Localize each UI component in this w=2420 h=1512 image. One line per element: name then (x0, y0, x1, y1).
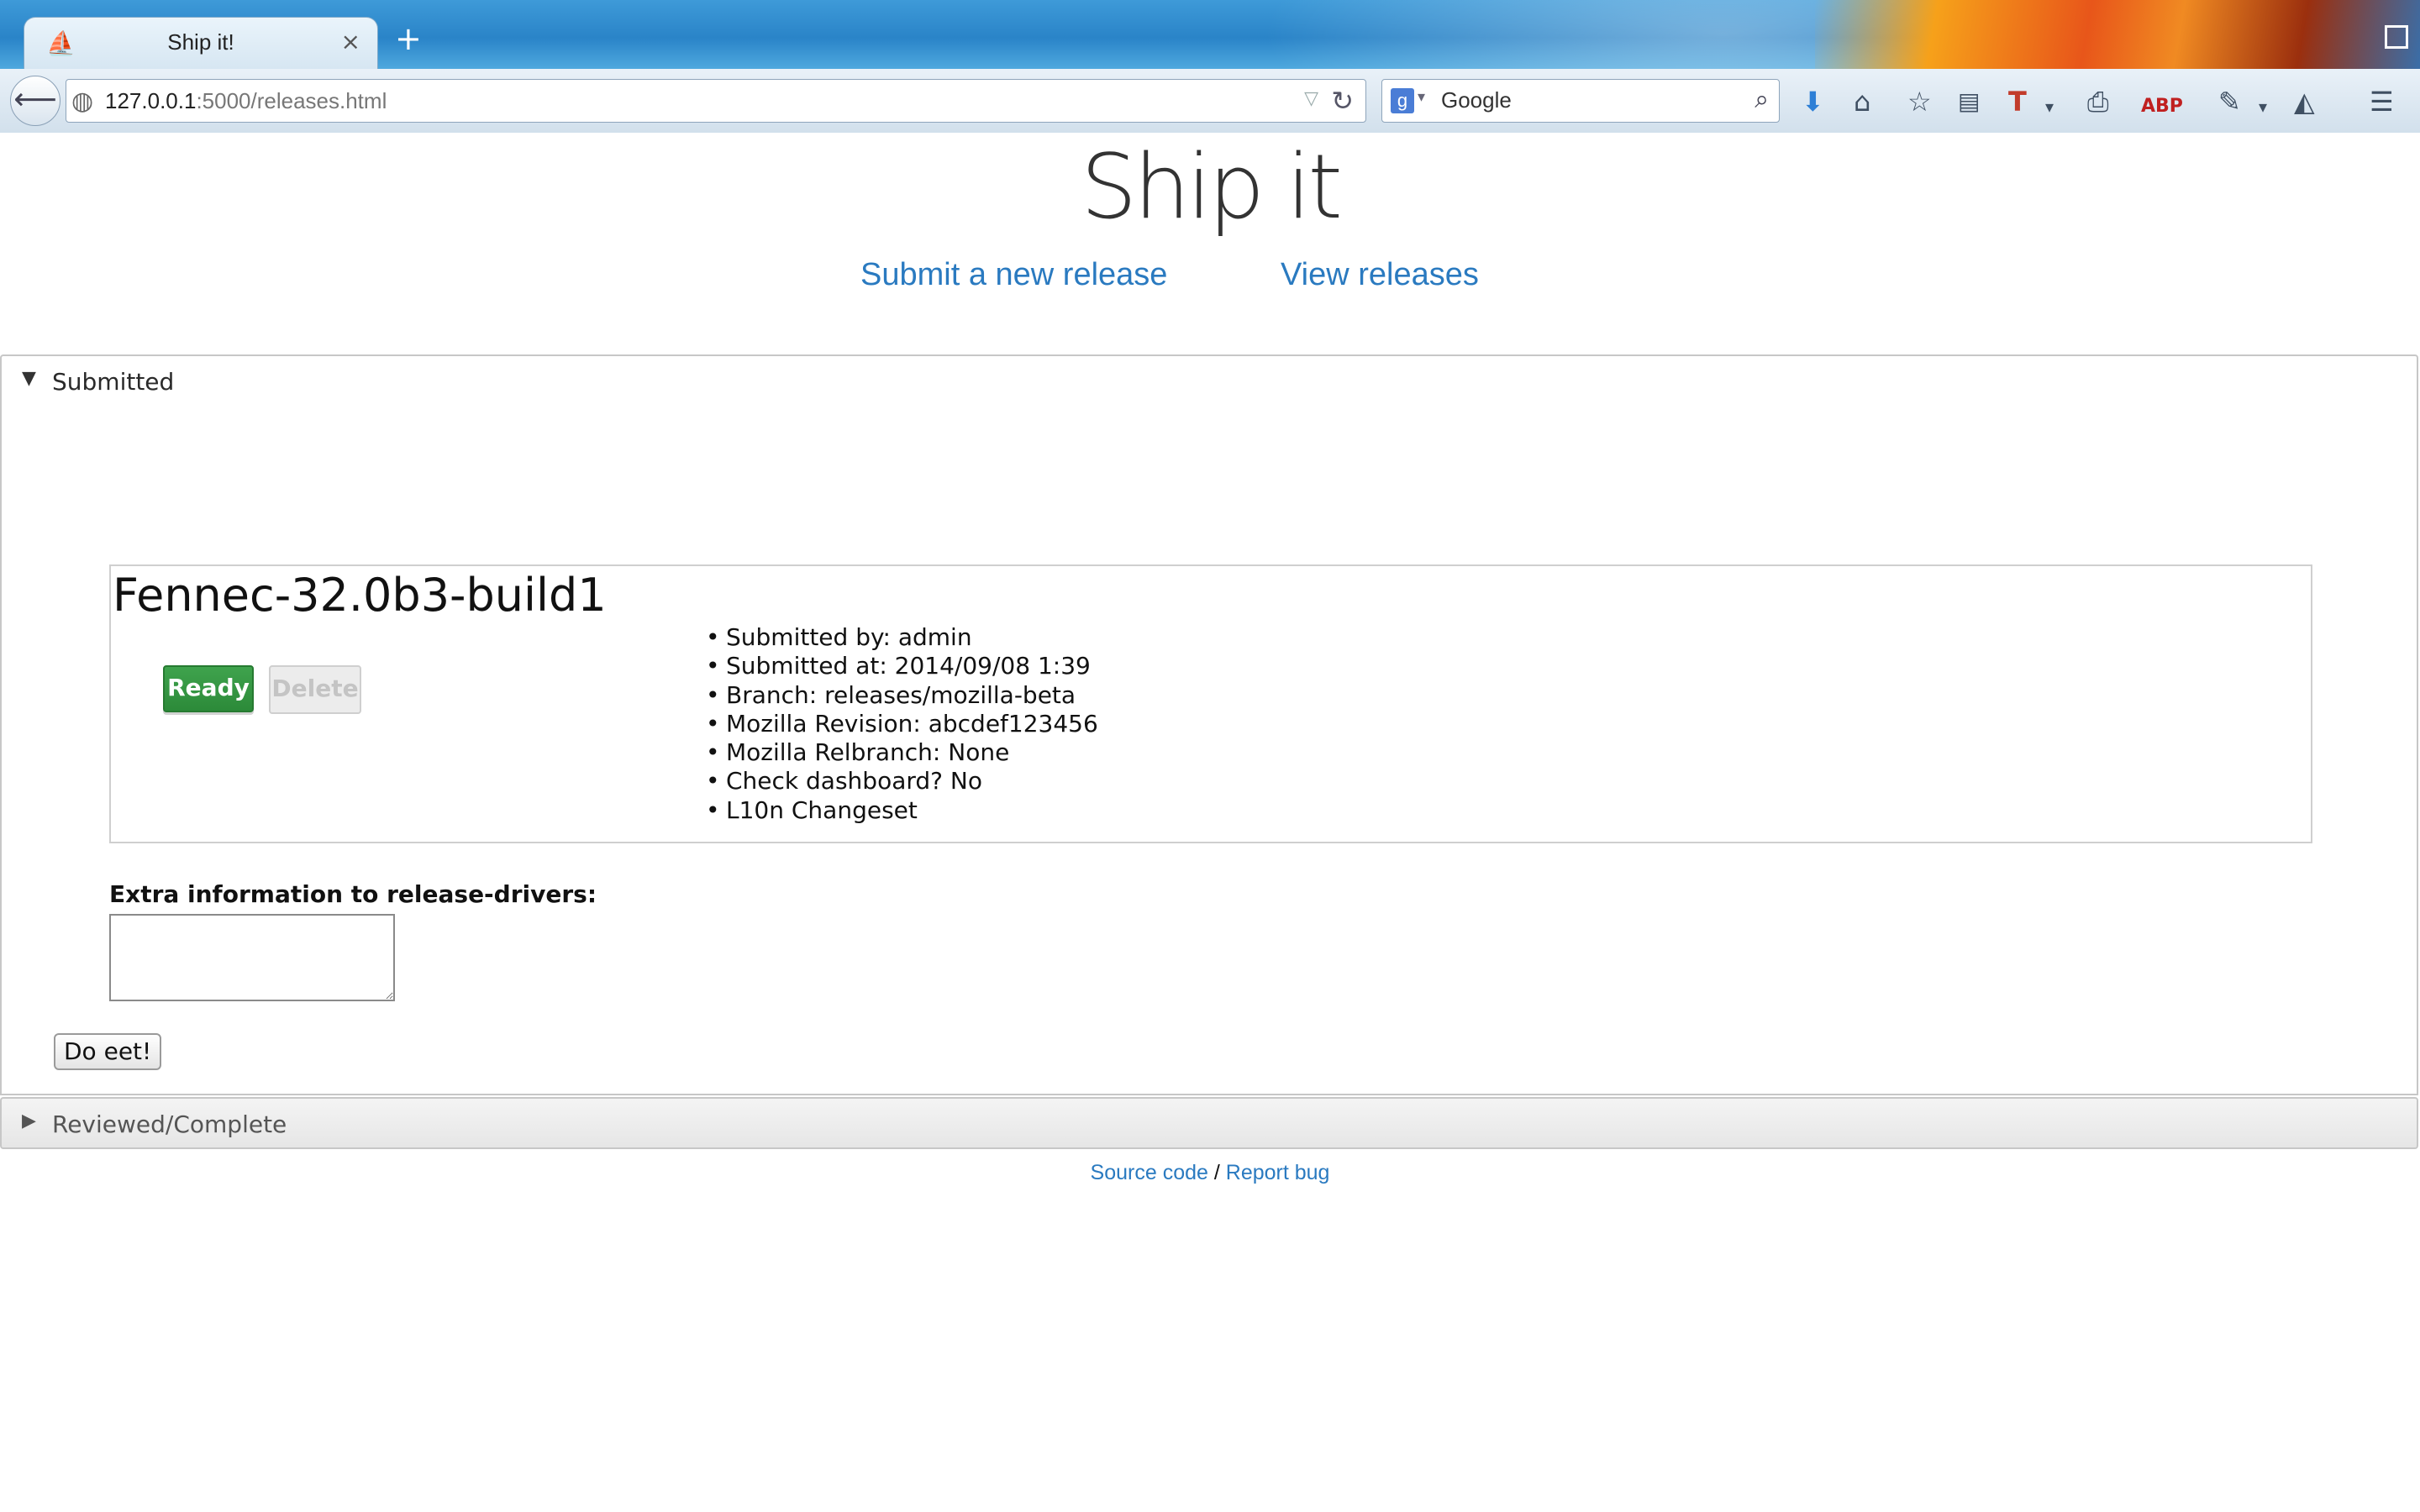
report-bug-link[interactable]: Report bug (1226, 1161, 1330, 1184)
plugin-dropdown-icon[interactable]: ▾ (2045, 92, 2054, 121)
submitted-section-body: Fennec-32.0b3-build1 Ready Delete Submit… (0, 405, 2418, 1095)
page-title: Ship it (1081, 135, 1343, 239)
firefox-theme-art (1815, 0, 2420, 69)
home-icon[interactable]: ⌂ (1854, 87, 1870, 116)
do-eet-button[interactable]: Do eet! (54, 1033, 162, 1070)
source-code-link[interactable]: Source code (1091, 1161, 1208, 1184)
bookmark-star-icon[interactable]: ☆ (1907, 87, 1932, 116)
view-releases-link[interactable]: View releases (1281, 257, 1479, 293)
detail-mozilla-revision: Mozilla Revision: abcdef123456 (706, 710, 1098, 739)
delete-button: Delete (269, 665, 361, 714)
submitted-section-header[interactable]: ▼ Submitted (0, 354, 2418, 407)
submit-release-link[interactable]: Submit a new release (860, 257, 1167, 293)
reviewed-section-header[interactable]: ▶ Reviewed/Complete (0, 1097, 2418, 1149)
tools-icon[interactable]: ✎ (2218, 87, 2241, 116)
tab-title: Ship it! (167, 29, 234, 55)
detail-submitted-by: Submitted by: admin (706, 623, 1098, 653)
reviewed-section-label: Reviewed/Complete (52, 1110, 287, 1138)
detail-mozilla-relbranch: Mozilla Relbranch: None (706, 738, 1098, 768)
back-arrow-icon[interactable]: ⟵ (10, 76, 60, 126)
adblock-icon[interactable]: ABP (2141, 92, 2183, 121)
url-host: 127.0.0.1 (105, 88, 197, 113)
tools-dropdown-icon[interactable]: ▾ (2259, 92, 2267, 121)
download-icon[interactable]: ⬇ (1802, 87, 1824, 116)
footer: Source code / Report bug (0, 1161, 2420, 1185)
history-dropdown-icon[interactable]: ▽ (1304, 88, 1318, 109)
search-input[interactable]: Google (1441, 87, 1512, 113)
reading-list-icon[interactable]: ▤ (1958, 87, 1980, 116)
menu-icon[interactable]: ☰ (2370, 87, 2394, 116)
new-tab-icon[interactable]: + (395, 22, 422, 55)
expanded-triangle-icon: ▼ (22, 368, 36, 389)
footer-separator: / (1213, 1161, 1220, 1184)
submitted-section-label: Submitted (52, 368, 175, 396)
extra-info-textarea[interactable] (109, 914, 395, 1001)
google-engine-icon[interactable]: g (1391, 88, 1414, 113)
url-text[interactable]: 127.0.0.1:5000/releases.html (105, 88, 387, 114)
release-details-list: Submitted by: admin Submitted at: 2014/0… (706, 623, 1098, 825)
release-card: Fennec-32.0b3-build1 Ready Delete Submit… (109, 564, 2312, 843)
text-plugin-icon[interactable]: T (2008, 87, 2027, 116)
detail-l10n-changeset[interactable]: L10n Changeset (706, 796, 1098, 826)
reload-icon[interactable]: ↻ (1331, 85, 1354, 117)
url-path: :5000/releases.html (196, 88, 387, 113)
print-icon[interactable]: ⎙ (2087, 87, 2109, 116)
browser-navbar: ⟵ ◍ 127.0.0.1:5000/releases.html ▽ ↻ g ▾… (0, 69, 2420, 134)
browser-titlebar: ⛵ Ship it! × + (0, 0, 2420, 69)
detail-check-dashboard: Check dashboard? No (706, 767, 1098, 796)
extra-info-label: Extra information to release-drivers: (109, 880, 597, 908)
search-icon[interactable]: ⌕ (1754, 85, 1769, 114)
detail-branch: Branch: releases/mozilla-beta (706, 681, 1098, 711)
pocket-icon[interactable]: ◭ (2294, 87, 2315, 116)
browser-tab[interactable]: ⛵ Ship it! × (24, 17, 378, 69)
window-grid-icon[interactable] (2385, 25, 2408, 49)
collapsed-triangle-icon: ▶ (22, 1110, 36, 1131)
tab-close-icon[interactable]: × (341, 28, 360, 55)
detail-submitted-at: Submitted at: 2014/09/08 1:39 (706, 652, 1098, 681)
ready-button[interactable]: Ready (163, 665, 254, 712)
engine-dropdown-icon[interactable]: ▾ (1418, 88, 1425, 106)
release-name: Fennec-32.0b3-build1 (113, 569, 607, 622)
globe-icon: ◍ (71, 87, 94, 116)
search-bar[interactable]: g ▾ Google ⌕ (1381, 79, 1780, 123)
url-bar[interactable]: ◍ 127.0.0.1:5000/releases.html ▽ ↻ (66, 79, 1366, 123)
page-content: Ship it Submit a new release View releas… (0, 133, 2420, 1512)
